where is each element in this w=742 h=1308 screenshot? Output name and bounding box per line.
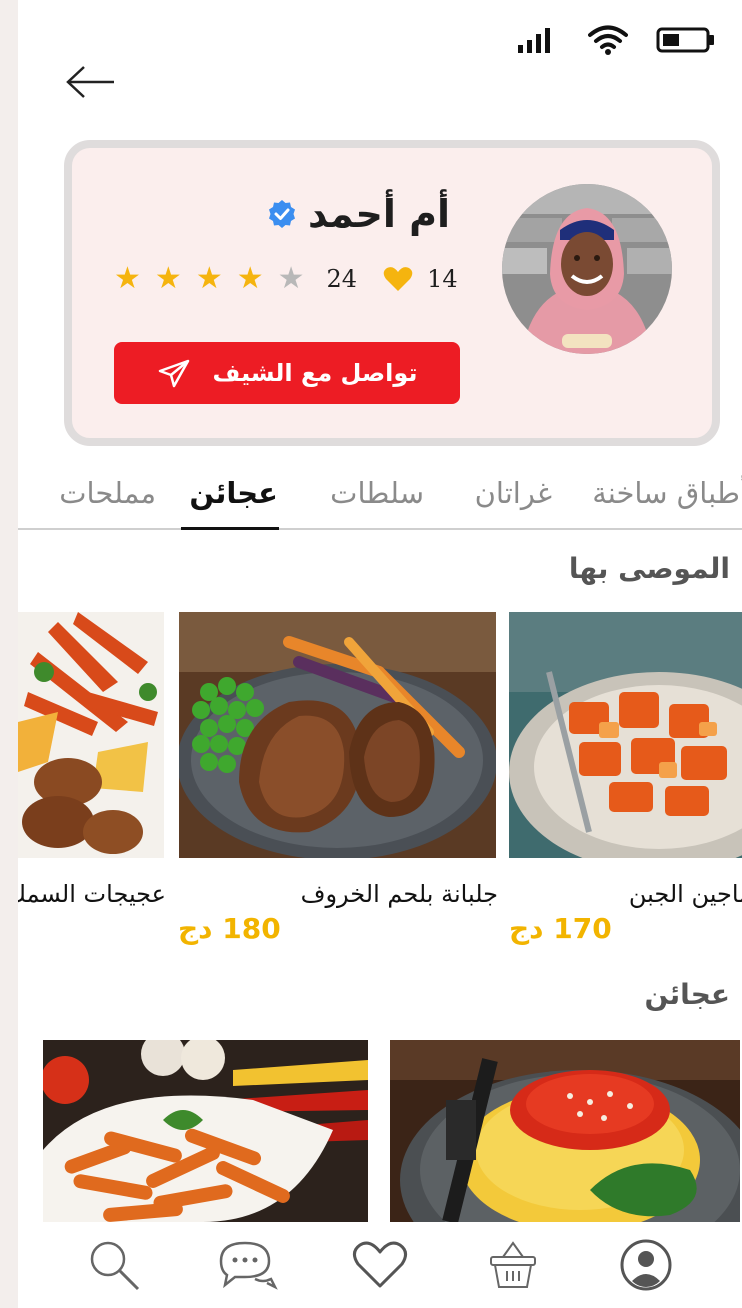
heart-filled-icon — [383, 267, 413, 291]
chef-name-row: أم أحمد — [266, 192, 450, 236]
battery-icon — [656, 27, 714, 53]
chef-photo — [502, 184, 672, 354]
chat-icon — [219, 1241, 278, 1290]
tab-salads[interactable]: سلطات — [330, 476, 424, 510]
product-image[interactable] — [390, 1040, 740, 1222]
nav-messages[interactable] — [215, 1233, 279, 1297]
profile-icon — [620, 1239, 672, 1291]
back-arrow-icon — [66, 66, 114, 98]
signal-icon — [518, 28, 550, 53]
nav-profile[interactable] — [614, 1233, 678, 1297]
star-icon: ★ — [114, 261, 141, 296]
likes-count: 14 — [427, 265, 458, 293]
tab-hot-dishes[interactable]: أطباق ساخنة — [592, 476, 742, 510]
search-icon — [91, 1241, 140, 1291]
product-name: ماجين الجبن — [628, 880, 742, 908]
star-icon: ★ — [236, 261, 264, 296]
product-image[interactable] — [179, 612, 496, 858]
star-icon: ★ — [195, 261, 223, 296]
product-price: 180 دج — [178, 912, 281, 945]
product-name: جلبانة بلحم الخروف — [300, 880, 498, 908]
chef-avatar[interactable] — [502, 184, 672, 354]
contact-chef-button[interactable]: تواصل مع الشيف — [114, 342, 460, 404]
tab-gratin[interactable]: غراتان — [475, 476, 552, 510]
tab-savory[interactable]: مملحات — [59, 476, 156, 510]
wifi-icon — [588, 25, 628, 55]
recommended-title: الموصى بها — [568, 552, 730, 585]
active-tab-indicator — [181, 527, 279, 530]
status-bar — [516, 24, 716, 56]
star-empty-icon: ★ — [277, 261, 305, 296]
pasta-title: عجائن — [644, 978, 730, 1011]
product-name: عجيجات السمك — [18, 880, 166, 908]
rating-count: 24 — [326, 265, 358, 293]
category-tabs: أطباق ساخنة غراتان سلطات عجائن مملحات — [18, 470, 742, 530]
bottom-navigation — [18, 1222, 742, 1308]
chef-name: أم أحمد — [308, 192, 450, 236]
tab-pasta[interactable]: عجائن — [189, 476, 278, 510]
product-price: 170 دج — [509, 912, 612, 945]
send-icon — [158, 359, 189, 388]
app-screen: أم أحمد ★ ★ ★ ★ ★ 24 14 تواصل مع الشيف أ… — [18, 0, 742, 1308]
nav-basket[interactable] — [481, 1233, 545, 1297]
verified-icon — [269, 200, 296, 228]
chef-card: أم أحمد ★ ★ ★ ★ ★ 24 14 تواصل مع الشيف — [64, 140, 720, 446]
product-image[interactable] — [18, 612, 164, 858]
star-icon: ★ — [154, 261, 182, 296]
nav-favorites[interactable] — [348, 1233, 412, 1297]
heart-icon — [352, 1241, 407, 1288]
product-image[interactable] — [43, 1040, 368, 1222]
contact-chef-label: تواصل مع الشيف — [212, 359, 418, 387]
back-button[interactable] — [64, 62, 118, 102]
product-image[interactable] — [509, 612, 742, 858]
chef-stats: ★ ★ ★ ★ ★ 24 14 — [114, 264, 458, 294]
basket-icon — [489, 1241, 536, 1288]
nav-search[interactable] — [82, 1233, 146, 1297]
